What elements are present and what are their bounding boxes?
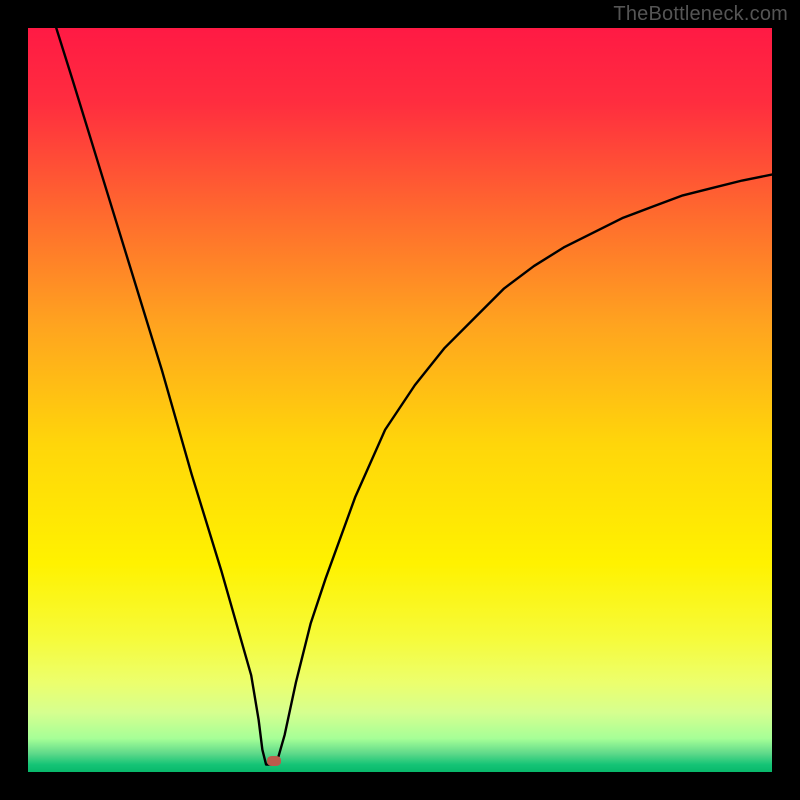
chart-curve — [28, 28, 772, 772]
watermark-text: TheBottleneck.com — [613, 3, 788, 26]
chart-plot-area — [28, 28, 772, 772]
chart-container: TheBottleneck.com — [0, 0, 800, 800]
chart-min-marker — [267, 756, 281, 766]
